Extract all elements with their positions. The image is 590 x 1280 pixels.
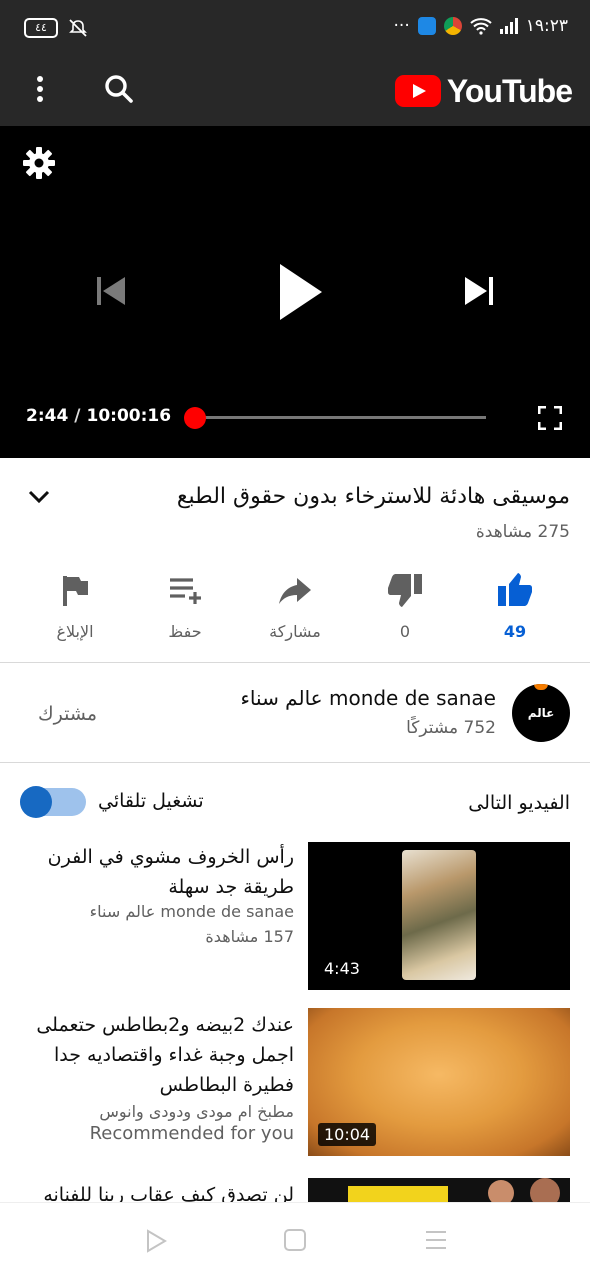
status-bar: ٤٤ ··· ١٩:٢٣ — [0, 0, 590, 60]
chrome-icon — [443, 17, 462, 35]
share-label: مشاركة — [269, 622, 321, 641]
save-label: حفظ — [168, 622, 202, 641]
thumbnail-image — [402, 850, 476, 980]
messenger-icon — [417, 17, 436, 35]
app-bar: YouTube — [0, 60, 590, 126]
autoplay-label: تشغيل تلقائي — [98, 790, 204, 812]
video-duration: 4:43 — [318, 957, 366, 980]
home-square-icon[interactable] — [284, 1229, 306, 1251]
playback-time: 2:44/10:00:16 — [26, 406, 171, 426]
youtube-logo[interactable]: YouTube — [394, 68, 573, 114]
share-button[interactable]: مشاركة — [240, 570, 350, 641]
video-thumbnail[interactable] — [308, 1178, 570, 1202]
previous-icon[interactable] — [94, 274, 128, 308]
video-views: 157 مشاهدة — [205, 927, 294, 946]
mute-icon — [69, 19, 87, 37]
signal-icon — [499, 18, 518, 34]
save-button[interactable]: حفظ — [130, 570, 240, 641]
action-row: الإبلاغ حفظ مشاركة 0 49 — [0, 570, 590, 650]
duration: 10:00:16 — [86, 406, 172, 426]
youtube-wordmark: YouTube — [446, 72, 573, 109]
back-triangle-icon[interactable] — [144, 1229, 168, 1253]
like-count: 49 — [503, 622, 527, 641]
thumbs-down-icon — [388, 574, 422, 607]
subscriber-count: 752 مشتركًا — [406, 718, 496, 738]
video-player[interactable]: 2:44/10:00:16 — [0, 126, 590, 458]
settings-gear-icon[interactable] — [22, 146, 56, 180]
up-next-heading: الفيديو التالى — [468, 792, 570, 814]
video-item-title[interactable]: عندك 2بيضه و2بطاطس حتعملى اجمل وجبة غداء… — [24, 1010, 294, 1100]
flag-icon — [63, 576, 88, 606]
play-icon[interactable] — [276, 262, 326, 322]
channel-name[interactable]: monde de sanae عالم سناء — [241, 686, 496, 710]
dislike-count: 0 — [399, 622, 411, 641]
video-item-title[interactable]: لن تصدق كيف عقاب ربنا للفنانه — [24, 1180, 294, 1202]
autoplay-toggle[interactable] — [20, 786, 86, 818]
playlist-add-icon — [170, 578, 201, 604]
thumbnail-image — [348, 1186, 448, 1202]
divider — [0, 762, 590, 763]
thumbnail-face — [530, 1178, 560, 1202]
progress-track[interactable] — [194, 416, 486, 419]
more-options-icon[interactable] — [26, 72, 54, 112]
video-title[interactable]: موسيقى هادئة للاسترخاء بدون حقوق الطبع — [70, 482, 570, 512]
video-thumbnail[interactable]: 10:04 — [308, 1008, 570, 1156]
thumbs-up-icon — [498, 573, 532, 606]
video-thumbnail[interactable]: 4:43 — [308, 842, 570, 990]
progress-scrubber[interactable] — [184, 407, 207, 429]
view-count: 275 مشاهدة — [475, 522, 570, 542]
subscribed-button[interactable]: مشترك — [38, 703, 97, 725]
battery-icon: ٤٤ — [24, 18, 58, 38]
report-label: الإبلاغ — [56, 622, 94, 641]
dislike-button[interactable]: 0 — [350, 570, 460, 641]
video-channel: مطبخ ام مودى ودودى وانوس — [99, 1102, 294, 1121]
next-icon[interactable] — [462, 274, 496, 308]
recommended-label: Recommended for you — [89, 1123, 294, 1144]
recents-menu-icon[interactable] — [424, 1231, 448, 1253]
toggle-knob — [20, 786, 52, 818]
channel-avatar[interactable]: عالم سناء — [512, 684, 570, 742]
youtube-play-icon — [394, 75, 441, 107]
share-icon — [279, 578, 311, 604]
video-duration: 10:04 — [318, 1123, 377, 1146]
search-icon[interactable] — [100, 70, 140, 110]
wifi-icon — [470, 18, 492, 35]
fullscreen-icon[interactable] — [538, 406, 562, 430]
current-time: 2:44 — [26, 406, 69, 426]
more-notifications-icon: ··· — [393, 16, 410, 36]
thumbnail-face — [488, 1180, 514, 1202]
like-button[interactable]: 49 — [460, 570, 570, 641]
video-channel: monde de sanae عالم سناء — [89, 902, 294, 921]
report-button[interactable]: الإبلاغ — [20, 570, 130, 641]
divider — [0, 662, 590, 663]
time-separator: / — [74, 406, 81, 426]
video-item-title[interactable]: رأس الخروف مشوي في الفرن طريقة جد سهلة — [24, 842, 294, 902]
system-nav-bar — [0, 1202, 590, 1280]
clock: ١٩:٢٣ — [525, 16, 568, 36]
chevron-down-icon[interactable] — [26, 484, 52, 510]
